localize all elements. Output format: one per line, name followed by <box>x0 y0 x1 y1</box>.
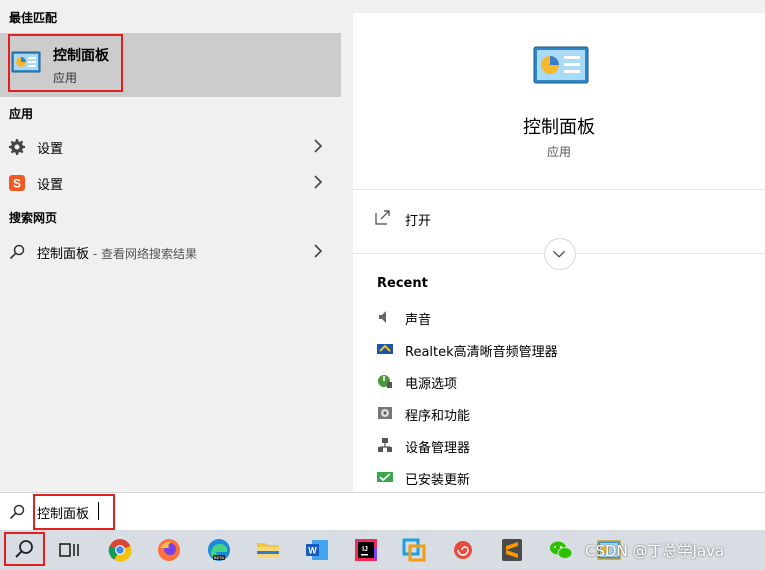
results-panel: 最佳匹配 控制面板 应用 应用 设置 S 设置 搜索网页 控制面板 - 查看网络… <box>0 0 341 492</box>
open-icon <box>375 210 390 225</box>
app-icon[interactable] <box>402 538 426 562</box>
snail-icon[interactable] <box>451 538 475 562</box>
recent-item-sound[interactable]: 声音 <box>377 307 757 331</box>
control-panel-icon <box>533 46 589 84</box>
recent-item-label: 电源选项 <box>405 377 458 392</box>
updates-icon <box>377 472 393 482</box>
recent-item-label: 声音 <box>405 313 432 328</box>
file-explorer-icon[interactable] <box>256 538 280 562</box>
programs-icon <box>378 407 392 419</box>
detail-title: 控制面板 <box>523 117 595 138</box>
search-bar[interactable]: 控制面板 <box>0 492 765 530</box>
recent-item-power[interactable]: 电源选项 <box>377 371 757 395</box>
recent-item-realtek[interactable]: Realtek高清晰音频管理器 <box>377 339 757 363</box>
sublime-icon[interactable] <box>500 538 524 562</box>
recent-item-label: 设备管理器 <box>405 441 471 456</box>
recent-header: Recent <box>377 276 428 291</box>
svg-text:BETA: BETA <box>214 555 224 560</box>
app-item-label: 设置 <box>37 142 64 157</box>
expand-button[interactable] <box>544 238 576 270</box>
svg-text:S: S <box>13 177 21 191</box>
recent-item-label: Realtek高清晰音频管理器 <box>405 345 558 360</box>
word-icon[interactable]: W <box>305 538 329 562</box>
text-caret <box>98 502 99 520</box>
detail-subtitle: 应用 <box>546 145 571 159</box>
recent-item-programs[interactable]: 程序和功能 <box>377 403 757 427</box>
firefox-icon[interactable] <box>157 538 181 562</box>
chevron-down-icon <box>552 250 566 258</box>
search-icon[interactable] <box>12 538 36 562</box>
search-icon <box>9 504 25 520</box>
app-item-settings[interactable]: 设置 <box>0 131 341 163</box>
chevron-right-icon <box>314 244 323 258</box>
device-manager-icon <box>378 438 392 452</box>
svg-text:W: W <box>308 546 317 556</box>
chevron-right-icon <box>314 175 323 189</box>
web-query: 控制面板 <box>37 247 90 262</box>
chevron-right-icon <box>314 139 323 153</box>
realtek-icon <box>377 344 393 354</box>
power-options-icon <box>378 375 392 388</box>
sogou-settings-icon: S <box>9 175 25 191</box>
edge-beta-icon[interactable]: BETA <box>207 538 231 562</box>
apps-header: 应用 <box>9 107 34 121</box>
gear-icon <box>9 139 25 155</box>
wechat-icon[interactable] <box>549 538 573 562</box>
open-button[interactable]: 打开 <box>405 210 431 229</box>
search-icon <box>9 244 25 260</box>
divider <box>353 189 765 190</box>
web-header: 搜索网页 <box>9 211 58 225</box>
svg-text:IJ: IJ <box>362 546 368 553</box>
web-query-suffix: - 查看网络搜索结果 <box>89 247 197 261</box>
chrome-icon[interactable] <box>108 538 132 562</box>
recent-item-label: 已安装更新 <box>405 473 471 488</box>
recent-item-label: 程序和功能 <box>405 409 471 424</box>
detail-panel: 控制面板 应用 打开 Recent 声音 Realtek高清晰音频管理器 电源选… <box>353 13 765 492</box>
watermark-text: CSDN @丁总学Java <box>585 542 725 560</box>
control-panel-icon <box>11 51 41 73</box>
task-view-icon[interactable] <box>57 538 81 562</box>
app-item-sogou-settings[interactable]: S 设置 <box>0 167 341 199</box>
intellij-icon[interactable]: IJ <box>354 538 378 562</box>
best-match-item[interactable]: 控制面板 应用 <box>0 33 341 97</box>
speaker-icon <box>379 311 386 323</box>
best-match-header: 最佳匹配 <box>9 11 58 25</box>
taskbar: BETA W IJ CSDN @丁总学Java <box>0 530 765 570</box>
search-input[interactable]: 控制面板 <box>37 503 89 522</box>
recent-item-updates[interactable]: 已安装更新 <box>377 467 757 491</box>
best-match-subtitle: 应用 <box>53 71 78 85</box>
web-search-item[interactable]: 控制面板 - 查看网络搜索结果 <box>0 236 341 268</box>
recent-item-device-manager[interactable]: 设备管理器 <box>377 435 757 459</box>
best-match-title: 控制面板 <box>53 48 109 64</box>
app-item-label: 设置 <box>37 178 64 193</box>
